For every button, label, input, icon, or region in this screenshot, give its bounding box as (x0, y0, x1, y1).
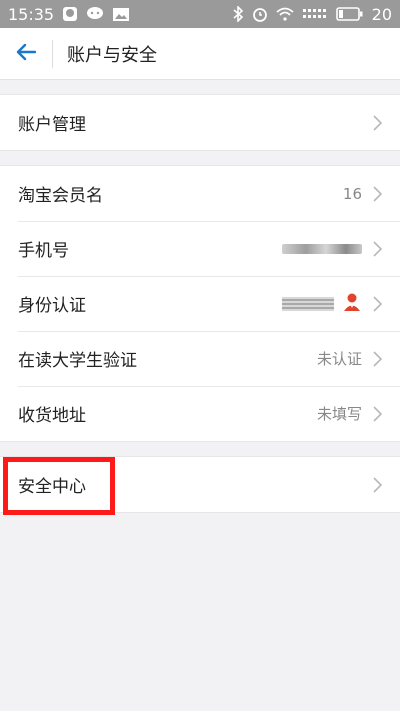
ghost-app-icon (62, 6, 78, 22)
chevron-right-icon (370, 350, 384, 367)
section-profile: 淘宝会员名 16 手机号 身份认证 在读大学生验证 未认证 收货地址 未填写 (0, 165, 400, 442)
page-title: 账户与安全 (67, 44, 157, 66)
nav-divider (52, 39, 53, 68)
battery-icon (335, 7, 364, 21)
chevron-right-icon (370, 114, 384, 131)
status-time: 15:35 (8, 4, 55, 24)
battery-level: 20 (371, 4, 392, 24)
person-icon (342, 292, 362, 316)
row-value: 未认证 (316, 350, 362, 368)
row-taobao-member-name[interactable]: 淘宝会员名 16 (0, 166, 400, 221)
back-arrow-icon (16, 43, 37, 65)
bluetooth-icon (232, 6, 244, 22)
row-phone-number[interactable]: 手机号 (0, 221, 400, 276)
chevron-right-icon (370, 240, 384, 257)
chevron-right-icon (370, 476, 384, 493)
redacted-identity (282, 296, 334, 311)
redacted-phone (282, 243, 362, 254)
section-security: 安全中心 (0, 456, 400, 513)
row-identity-verification[interactable]: 身份认证 (0, 276, 400, 331)
image-icon (112, 7, 130, 22)
row-student-verification[interactable]: 在读大学生验证 未认证 (0, 331, 400, 386)
row-account-management[interactable]: 账户管理 (0, 95, 400, 150)
chevron-right-icon (370, 295, 384, 312)
status-bar: 15:35 20 (0, 0, 400, 28)
chevron-right-icon (370, 405, 384, 422)
chevron-right-icon (370, 185, 384, 202)
row-value: 16 (342, 184, 362, 203)
row-label: 在读大学生验证 (18, 351, 137, 371)
wifi-icon (276, 7, 294, 21)
row-label: 手机号 (18, 241, 69, 261)
section-account: 账户管理 (0, 94, 400, 151)
row-shipping-address[interactable]: 收货地址 未填写 (0, 386, 400, 441)
nav-bar: 账户与安全 (0, 28, 400, 80)
alarm-icon (252, 6, 268, 22)
signal-icon (302, 7, 328, 21)
row-label: 安全中心 (18, 477, 86, 497)
row-label: 收货地址 (18, 406, 86, 426)
row-label: 账户管理 (18, 115, 86, 135)
chat-icon (86, 6, 104, 22)
row-security-center[interactable]: 安全中心 (0, 457, 400, 512)
row-label: 身份认证 (18, 296, 86, 316)
row-value: 未填写 (316, 405, 362, 423)
row-label: 淘宝会员名 (18, 186, 103, 206)
back-button[interactable] (0, 28, 52, 80)
